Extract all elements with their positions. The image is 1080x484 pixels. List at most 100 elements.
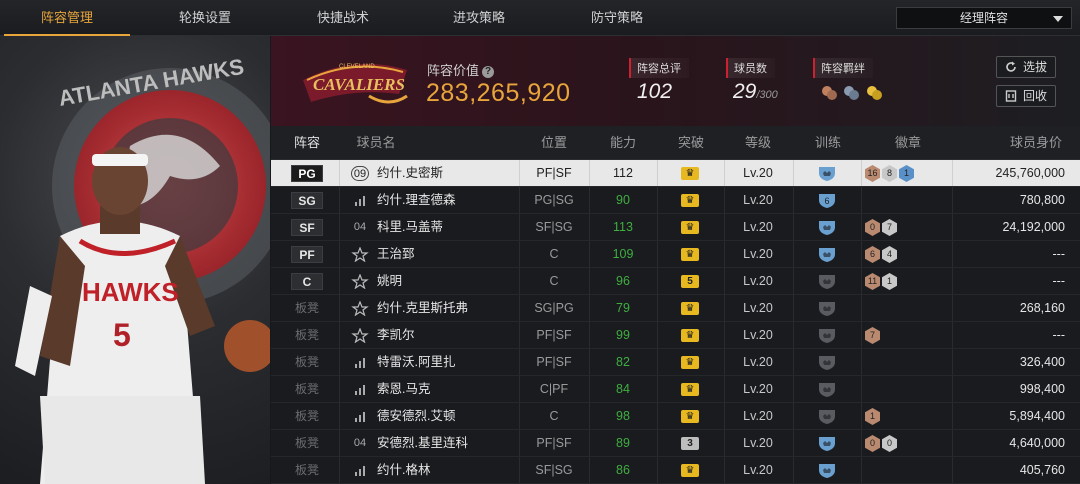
badge-hex[interactable]: 4 <box>882 246 897 263</box>
training-shield-icon[interactable] <box>817 408 837 425</box>
team-logo: CAVALIERS CLEVELAND <box>303 63 408 104</box>
break-crown-icon[interactable]: 5 <box>681 275 699 288</box>
training-shield-icon[interactable] <box>817 219 837 236</box>
tab-offense[interactable]: 进攻策略 <box>414 0 544 36</box>
player-name: 特雷沃.阿里扎 <box>377 355 456 369</box>
help-icon[interactable]: ? <box>482 66 495 78</box>
slot-badge: PF <box>291 246 323 263</box>
th-slot[interactable]: 阵容 <box>285 126 329 160</box>
break-crown-icon[interactable]: ♛ <box>681 329 699 342</box>
tab-roster[interactable]: 阵容管理 <box>2 0 132 36</box>
player-position: C <box>549 409 559 423</box>
training-shield-icon[interactable]: 6 <box>817 192 837 209</box>
training-shield-icon[interactable] <box>817 327 837 344</box>
badge-hex[interactable]: 7 <box>882 219 897 236</box>
player-position: PG|SG <box>534 193 574 207</box>
recycle-button[interactable]: 回收 <box>996 85 1056 107</box>
break-crown-icon[interactable]: ♛ <box>681 221 699 234</box>
badge-hex[interactable]: 6 <box>865 246 880 263</box>
badge-hex[interactable]: 16 <box>865 165 880 182</box>
badge-hex[interactable]: 1 <box>899 165 914 182</box>
player-name: 约什.理查德森 <box>377 193 456 207</box>
training-shield-icon[interactable] <box>817 300 837 317</box>
player-value: 268,160 <box>1019 301 1065 315</box>
player-ability: 86 <box>616 463 630 477</box>
tab-defense[interactable]: 防守策略 <box>552 0 682 36</box>
player-ability: 82 <box>616 355 630 369</box>
badge-hex[interactable]: 11 <box>865 273 880 290</box>
table-row[interactable]: 板凳 特雷沃.阿里扎 PF|SF 82 ♛ Lv.20 326,400 <box>271 349 1080 376</box>
training-shield-icon[interactable] <box>817 435 837 452</box>
table-row[interactable]: 板凳 德安德烈.艾顿 C 98 ♛ Lv.20 1 5,894,400 <box>271 403 1080 430</box>
players-count-value: 29 <box>733 80 757 103</box>
jersey-text: HAWKS <box>82 277 179 307</box>
table-row[interactable]: SF 04 科里.马盖蒂 SF|SG 113 ♛ Lv.20 0 7 24,192,000 <box>271 214 1080 241</box>
tab-quick-tactics[interactable]: 快捷战术 <box>278 0 408 36</box>
break-crown-icon[interactable]: ♛ <box>681 248 699 261</box>
slot-badge: 板凳 <box>294 382 319 396</box>
badge-hex[interactable]: 7 <box>865 327 880 344</box>
table-row[interactable]: SG 约什.理查德森 PG|SG 90 ♛ Lv.20 6 780,800 <box>271 187 1080 214</box>
table-row[interactable]: C 姚明 C 96 5 Lv.20 11 1 --- <box>271 268 1080 295</box>
table-row[interactable]: 板凳 04 安德烈.基里连科 PF|SF 89 3 Lv.20 0 0 4,640,000 <box>271 430 1080 457</box>
th-training[interactable]: 训练 <box>803 126 853 160</box>
player-name: 王治郅 <box>377 247 415 261</box>
th-ability[interactable]: 能力 <box>598 126 648 160</box>
break-crown-icon[interactable]: 3 <box>681 437 699 450</box>
slot-badge: SG <box>291 192 323 209</box>
training-shield-icon[interactable] <box>817 354 837 371</box>
table-row[interactable]: 板凳 索恩.马克 C|PF 84 ♛ Lv.20 998,400 <box>271 376 1080 403</box>
lineup-dropdown[interactable]: 经理阵容 <box>896 7 1072 29</box>
table-row[interactable]: 板凳 李凯尔 PF|SF 99 ♛ Lv.20 7 --- <box>271 322 1080 349</box>
lineup-value-label: 阵容价值? <box>427 60 495 79</box>
player-portrait: ATLANTA HAWKS HAWKS 5 <box>0 36 270 484</box>
player-value: --- <box>1052 274 1066 288</box>
player-name: 约什.格林 <box>377 463 431 477</box>
table-row[interactable]: 板凳 约什.格林 SF|SG 86 ♛ Lv.20 405,760 <box>271 457 1080 484</box>
break-crown-icon[interactable]: ♛ <box>681 464 699 477</box>
bond-icons[interactable] <box>819 82 889 102</box>
th-break[interactable]: 突破 <box>666 126 716 160</box>
badge-hex[interactable]: 0 <box>882 435 897 452</box>
training-shield-icon[interactable] <box>817 462 837 479</box>
table-row[interactable]: PG 09 约什.史密斯 PF|SF 112 ♛ Lv.20 16 8 1 245,760,000 <box>271 160 1080 187</box>
player-value: 4,640,000 <box>1009 436 1065 450</box>
break-crown-icon[interactable]: ♛ <box>681 167 699 180</box>
training-shield-icon[interactable] <box>817 273 837 290</box>
player-level: Lv.20 <box>743 166 773 180</box>
tab-rotation[interactable]: 轮换设置 <box>140 0 270 36</box>
badge-hex[interactable]: 0 <box>865 219 880 236</box>
player-value: --- <box>1052 328 1066 342</box>
th-name[interactable]: 球员名 <box>351 126 401 160</box>
th-value[interactable]: 球员身价 <box>1001 126 1071 160</box>
select-button[interactable]: 选拔 <box>996 56 1056 78</box>
player-level: Lv.20 <box>743 409 773 423</box>
badge-hex[interactable]: 1 <box>882 273 897 290</box>
player-ability: 84 <box>616 382 630 396</box>
player-level: Lv.20 <box>743 328 773 342</box>
break-value: ♛ <box>685 411 695 422</box>
th-badges[interactable]: 徽章 <box>883 126 933 160</box>
recycle-button-label: 回收 <box>1023 89 1048 103</box>
player-name: 约什.史密斯 <box>377 166 443 180</box>
training-shield-icon[interactable] <box>817 246 837 263</box>
player-ability: 96 <box>616 274 630 288</box>
break-crown-icon[interactable]: ♛ <box>681 383 699 396</box>
table-row[interactable]: PF 王治郅 C 109 ♛ Lv.20 6 4 --- <box>271 241 1080 268</box>
badge-hex[interactable]: 1 <box>865 408 880 425</box>
break-crown-icon[interactable]: ♛ <box>681 194 699 207</box>
break-crown-icon[interactable]: ♛ <box>681 410 699 423</box>
player-position: C <box>549 274 559 288</box>
training-shield-icon[interactable] <box>817 165 837 182</box>
badge-hex[interactable]: 8 <box>882 165 897 182</box>
th-position[interactable]: 位置 <box>529 126 579 160</box>
top-nav: 阵容管理 轮换设置 快捷战术 进攻策略 防守策略 经理阵容 <box>0 0 1080 36</box>
players-label: 球员数 <box>726 58 775 78</box>
break-crown-icon[interactable]: ♛ <box>681 356 699 369</box>
training-shield-icon[interactable] <box>817 381 837 398</box>
table-row[interactable]: 板凳 约什.克里斯托弗 SG|PG 79 ♛ Lv.20 268,160 <box>271 295 1080 322</box>
player-level: Lv.20 <box>743 436 773 450</box>
th-level[interactable]: 等级 <box>733 126 783 160</box>
break-crown-icon[interactable]: ♛ <box>681 302 699 315</box>
badge-hex[interactable]: 0 <box>865 435 880 452</box>
